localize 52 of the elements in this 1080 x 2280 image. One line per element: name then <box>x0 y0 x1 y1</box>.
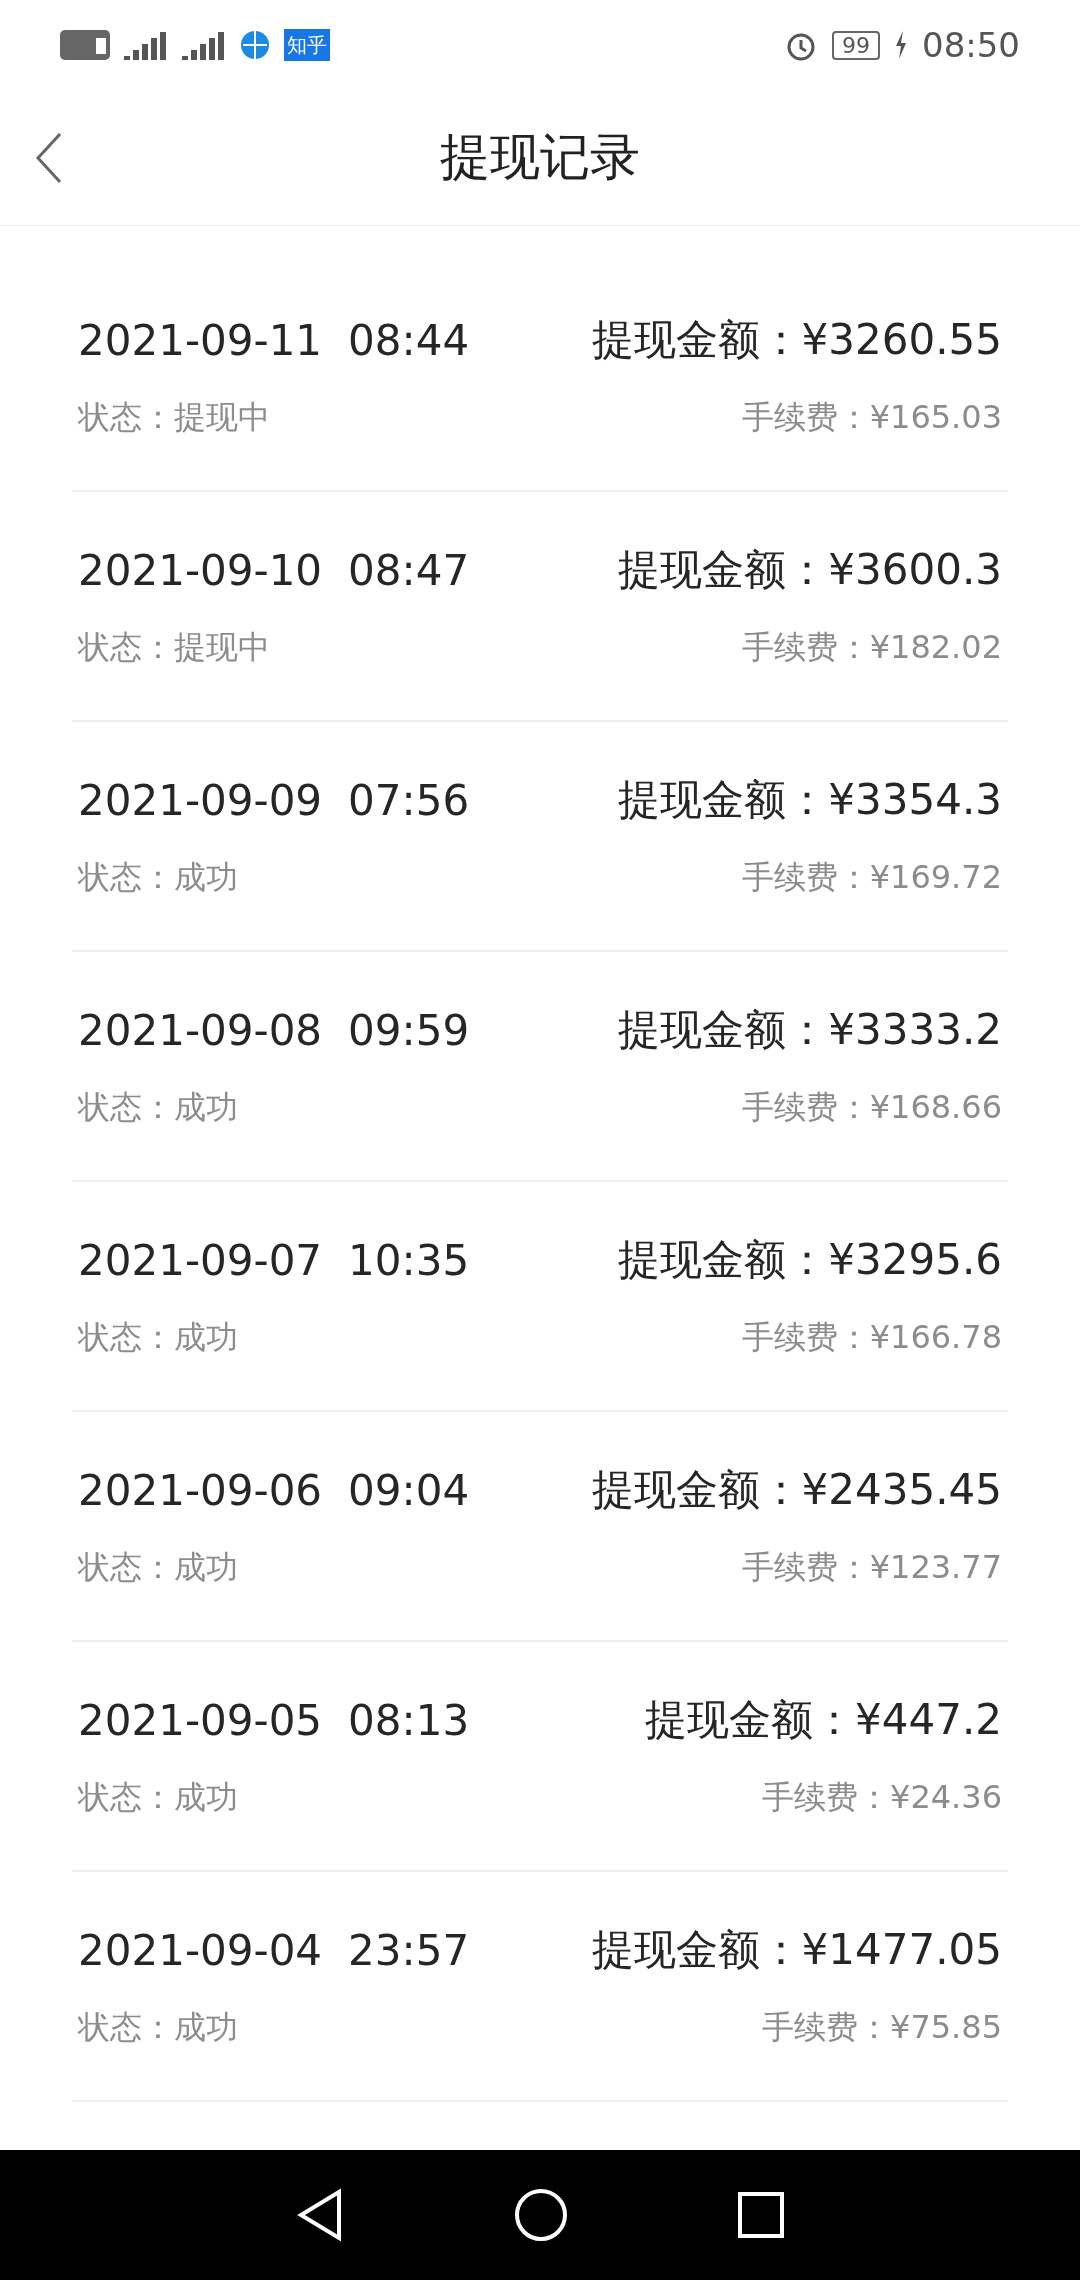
withdraw-amount: 提现金额：¥3260.55 <box>591 314 1002 366</box>
signal-icon <box>124 30 168 60</box>
back-icon[interactable] <box>34 131 64 184</box>
record-date: 2021-09-09 <box>78 775 323 825</box>
record-time: 08:47 <box>348 545 470 595</box>
record-status: 状态：提现中 <box>78 397 270 438</box>
record-status: 状态：成功 <box>78 857 238 898</box>
record-status: 状态：成功 <box>78 2007 238 2048</box>
record-status: 状态：成功 <box>78 1087 238 1128</box>
record-date: 2021-09-06 <box>78 1465 323 1515</box>
withdraw-amount: 提现金额：¥447.2 <box>645 1694 1002 1746</box>
withdraw-amount: 提现金额：¥3600.3 <box>618 544 1002 596</box>
record-date: 2021-09-05 <box>78 1695 323 1745</box>
record-date: 2021-09-08 <box>78 1005 323 1055</box>
hd-icon <box>60 30 110 60</box>
withdraw-amount: 提现金额：¥2435.45 <box>591 1464 1002 1516</box>
fee-amount: 手续费：¥75.85 <box>762 2007 1002 2048</box>
record-status: 状态：提现中 <box>78 627 270 668</box>
record-time: 07:56 <box>348 775 470 825</box>
record-time: 08:13 <box>348 1695 470 1745</box>
record-status: 状态：成功 <box>78 1317 238 1358</box>
fee-amount: 手续费：¥182.02 <box>741 627 1002 668</box>
record-date: 2021-09-07 <box>78 1235 323 1285</box>
signal-icon <box>182 30 226 60</box>
globe-icon <box>240 30 270 60</box>
record-time: 09:59 <box>348 1005 470 1055</box>
withdraw-amount: 提现金额：¥3295.6 <box>618 1234 1002 1286</box>
clock-time: 08:50 <box>922 25 1020 65</box>
recents-nav-icon[interactable] <box>737 2191 786 2239</box>
withdraw-amount: 提现金额：¥1477.05 <box>591 1924 1002 1976</box>
withdraw-amount: 提现金额：¥3333.2 <box>618 1004 1002 1056</box>
fee-amount: 手续费：¥168.66 <box>741 1087 1002 1128</box>
app-icon: 知乎 <box>284 29 330 61</box>
charging-icon <box>894 31 908 59</box>
record-time: 10:35 <box>348 1235 470 1285</box>
battery-level: 99 <box>832 30 880 60</box>
fee-amount: 手续费：¥24.36 <box>762 1777 1002 1818</box>
fee-amount: 手续费：¥166.78 <box>741 1317 1002 1358</box>
record-status: 状态：成功 <box>78 1547 238 1588</box>
fee-amount: 手续费：¥123.77 <box>741 1547 1002 1588</box>
withdraw-amount: 提现金额：¥3354.3 <box>618 774 1002 826</box>
home-nav-icon[interactable] <box>514 2188 568 2242</box>
record-time: 09:04 <box>348 1465 470 1515</box>
record-time: 23:57 <box>348 1925 470 1975</box>
page-title: 提现记录 <box>440 127 640 188</box>
record-date: 2021-09-04 <box>78 1925 323 1975</box>
record-date: 2021-09-11 <box>78 315 323 365</box>
fee-amount: 手续费：¥165.03 <box>741 397 1002 438</box>
record-date: 2021-09-10 <box>78 545 323 595</box>
record-time: 08:44 <box>348 315 470 365</box>
fee-amount: 手续费：¥169.72 <box>741 857 1002 898</box>
record-status: 状态：成功 <box>78 1777 238 1818</box>
